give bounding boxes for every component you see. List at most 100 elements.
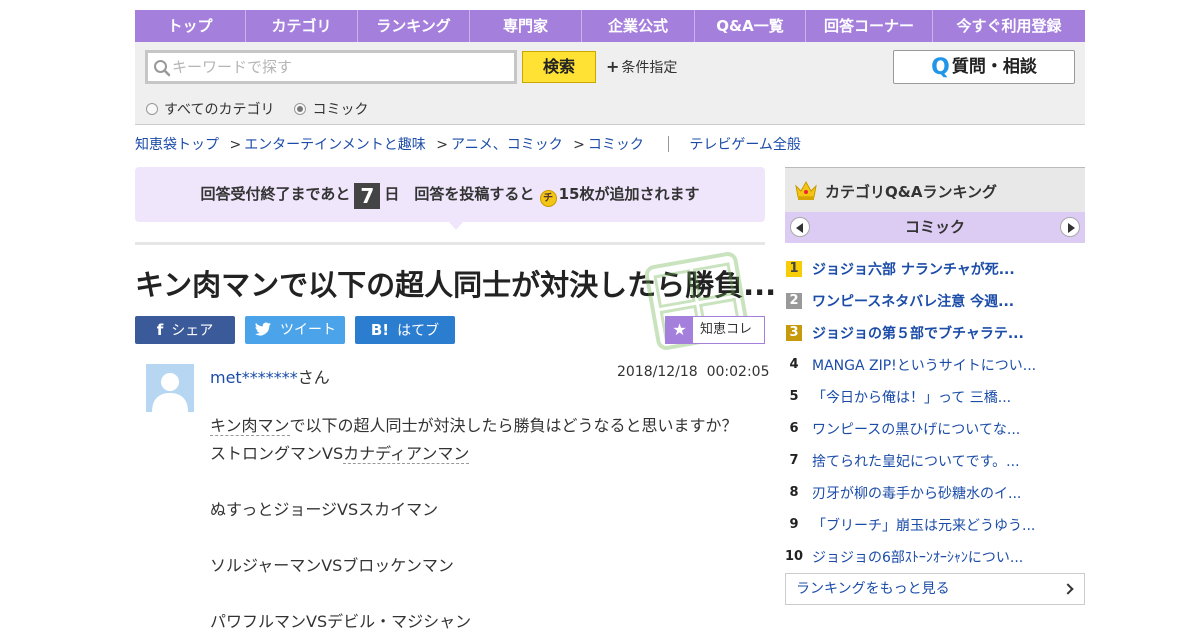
twitter-share-label: ツイート: [280, 322, 336, 338]
global-nav: トップ カテゴリ ランキング 専門家 企業公式 Q&A一覧 回答コーナー 今すぐ…: [135, 10, 1085, 42]
list-item[interactable]: 5 「今日から俺は！」って 三橋...: [785, 381, 1085, 413]
scope-all-radio[interactable]: すべてのカテゴリ: [146, 99, 274, 119]
search-bar: 検索 +条件指定 Q質問・相談 すべてのカテゴリ コミック: [135, 42, 1085, 125]
ranking-question-link[interactable]: 「今日から俺は！」って 三橋...: [812, 387, 1011, 407]
search-icon: [154, 60, 171, 77]
keyword-link[interactable]: キン肉マン: [210, 416, 290, 436]
hatena-bookmark-button[interactable]: B! はてブ: [355, 316, 455, 344]
chiekore-button[interactable]: ★ 知恵コレ: [665, 316, 765, 344]
breadcrumb-divider: [668, 136, 670, 152]
question-q-icon: Q: [931, 55, 950, 80]
days-unit: 日: [384, 185, 400, 203]
ranking-question-link[interactable]: ワンピースの黒ひげについてな...: [812, 419, 1020, 439]
nav-experts[interactable]: 専門家: [470, 10, 582, 42]
nav-official[interactable]: 企業公式: [582, 10, 695, 42]
nav-answer-corner[interactable]: 回答コーナー: [806, 10, 933, 42]
search-button[interactable]: 検索: [522, 51, 596, 83]
facebook-share-button[interactable]: f シェア: [135, 316, 235, 344]
post-date: 2018/12/18: [617, 364, 698, 380]
scope-comic-label: コミック: [312, 102, 369, 118]
ranking-question-link[interactable]: ジョジョ六部 ナランチャが死...: [812, 259, 1015, 279]
rank-number: 7: [789, 453, 799, 468]
crown-icon: [795, 180, 817, 200]
nav-register[interactable]: 今すぐ利用登録: [933, 10, 1085, 42]
plus-icon: +: [606, 57, 620, 76]
body-line: ストロングマンVSカナディアンマン: [210, 440, 760, 468]
list-item[interactable]: 6 ワンピースの黒ひげについてな...: [785, 413, 1085, 445]
list-item[interactable]: 2 ワンピースネタバレ注意 今週...: [785, 285, 1085, 317]
ranking-header: カテゴリQ&Aランキング: [785, 167, 1085, 212]
star-icon: ★: [666, 317, 693, 343]
keyword-link[interactable]: カナディアンマン: [343, 444, 470, 464]
ranking-question-link[interactable]: ジョジョの第５部でブチャラテ...: [812, 323, 1024, 343]
breadcrumb-entertainment[interactable]: エンターテインメントと趣味: [244, 137, 426, 153]
breadcrumb-separator: >: [229, 137, 242, 153]
avatar[interactable]: [146, 364, 194, 412]
ranking-question-link[interactable]: 「ブリーチ」崩玉は元来どうゆう...: [812, 515, 1035, 535]
body-blank: [210, 524, 760, 552]
ranking-title: カテゴリQ&Aランキング: [825, 183, 997, 201]
list-item[interactable]: 4 MANGA ZIP!というサイトについ...: [785, 349, 1085, 381]
breadcrumb-comic[interactable]: コミック: [588, 137, 644, 153]
days-remaining: 7: [354, 183, 381, 209]
list-item[interactable]: 8 刃牙が柳の毒手から砂糖水のイ...: [785, 477, 1085, 509]
ranking-question-link[interactable]: 刃牙が柳の毒手から砂糖水のイ...: [812, 483, 1021, 503]
next-category-arrow-icon[interactable]: [1060, 217, 1080, 237]
author-link[interactable]: met*******: [210, 368, 298, 387]
rank-number: 6: [789, 421, 799, 436]
divider: [135, 242, 765, 245]
rank-number: 5: [789, 389, 799, 404]
list-item[interactable]: 9 「ブリーチ」崩玉は元来どうゆう...: [785, 509, 1085, 541]
list-item[interactable]: 7 捨てられた皇妃についてです。...: [785, 445, 1085, 477]
ranking-question-link[interactable]: ジョジョの6部ｽﾄｰﾝｵｰｼｬﾝについ...: [812, 547, 1023, 567]
scope-comic-radio[interactable]: コミック: [294, 99, 368, 119]
body-text: ストロングマンVS: [210, 444, 344, 463]
radio-off-icon: [146, 103, 158, 115]
prev-category-arrow-icon[interactable]: [790, 217, 810, 237]
list-item[interactable]: 1 ジョジョ六部 ナランチャが死...: [785, 253, 1085, 285]
search-scope: すべてのカテゴリ コミック: [146, 99, 368, 119]
ranking-question-link[interactable]: ワンピースネタバレ注意 今週...: [812, 291, 1014, 311]
coin-icon: チ: [539, 190, 557, 207]
list-item[interactable]: 3 ジョジョの第５部でブチャラテ...: [785, 317, 1085, 349]
related-category-link[interactable]: テレビゲーム全般: [689, 137, 801, 153]
rank-badge: 3: [786, 325, 802, 341]
breadcrumb-top[interactable]: 知恵袋トップ: [135, 137, 219, 153]
ranking-question-link[interactable]: 捨てられた皇妃についてです。...: [812, 451, 1020, 471]
nav-ranking[interactable]: ランキング: [358, 10, 470, 42]
body-line: パワフルマンVSデビル・マジシャン: [210, 612, 472, 630]
ranking-question-link[interactable]: MANGA ZIP!というサイトについ...: [812, 355, 1036, 375]
nav-category[interactable]: カテゴリ: [246, 10, 358, 42]
body-blank: [210, 468, 760, 496]
body-line: ソルジャーマンVSブロッケンマン: [210, 556, 454, 575]
ask-question-label: 質問・相談: [951, 57, 1037, 77]
notice-middle: 回答を投稿すると: [414, 185, 535, 203]
rank-badge: 2: [786, 293, 802, 309]
twitter-share-button[interactable]: ツイート: [245, 316, 345, 344]
body-blank: [210, 580, 760, 608]
ranking-more-button[interactable]: ランキングをもっと見る: [785, 573, 1085, 605]
condition-label: 条件指定: [621, 60, 678, 76]
ranking-list: 1 ジョジョ六部 ナランチャが死... 2 ワンピースネタバレ注意 今週... 3ジ…: [785, 253, 1085, 573]
scope-all-label: すべてのカテゴリ: [164, 102, 275, 118]
nav-top[interactable]: トップ: [135, 10, 246, 42]
nav-qa-list[interactable]: Q&A一覧: [695, 10, 806, 42]
post-datetime: 2018/12/18 00:02:05: [617, 364, 770, 380]
list-item[interactable]: 10 ジョジョの6部ｽﾄｰﾝｵｰｼｬﾝについ...: [785, 541, 1085, 573]
condition-toggle[interactable]: + 条件指定: [606, 57, 677, 77]
rank-number: 4: [789, 357, 799, 372]
hatena-icon: B!: [370, 321, 390, 339]
rank-number: 8: [789, 485, 799, 500]
breadcrumb-separator: >: [436, 137, 448, 153]
breadcrumb: 知恵袋トップ > エンターテインメントと趣味 > アニメ、コミック > コミック テレ…: [135, 134, 801, 154]
twitter-icon: [255, 322, 271, 336]
search-box[interactable]: [145, 50, 517, 84]
ask-question-button[interactable]: Q 質問・相談: [893, 50, 1075, 84]
breadcrumb-anime-comic[interactable]: アニメ、コミック: [451, 137, 563, 153]
search-input[interactable]: [172, 55, 507, 79]
rank-number: 9: [789, 517, 799, 532]
rank-number: 10: [784, 549, 804, 564]
chiekore-label: 知恵コレ: [700, 322, 753, 337]
facebook-share-label: シェア: [171, 323, 214, 339]
hatena-label: はてブ: [397, 323, 440, 339]
